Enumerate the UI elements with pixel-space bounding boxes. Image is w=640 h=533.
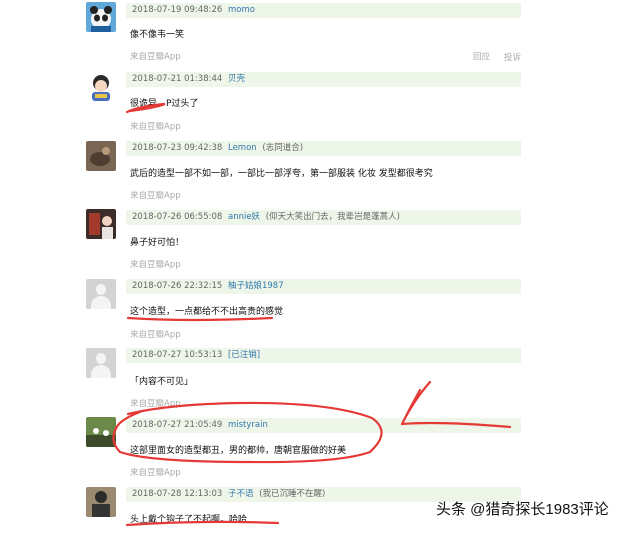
avatar[interactable] [86, 2, 116, 32]
comment-source: 来自豆瓣App [130, 468, 181, 478]
avatar[interactable] [86, 348, 116, 378]
comment-text: 头上戴个钩子了不起啊，哈哈 [130, 515, 248, 525]
comment-text: 鼻子好可怕！ [130, 238, 185, 248]
comment-time: 2018-07-21 01:38:44 [132, 74, 223, 84]
comment-text: 武后的造型一部不如一部，一部比一部浮夸，第一部服装 化妆 发型都很考究 [130, 169, 433, 179]
comment-source: 来自豆瓣App [130, 330, 181, 340]
comment-time: 2018-07-27 21:05:49 [132, 420, 223, 430]
comment-username[interactable]: [已注销] [228, 350, 260, 360]
comment-meta: 2018-07-26 06:55:08 annie妖 (仰天大笑出门去，我辈岂是… [126, 210, 521, 225]
comment-meta: 2018-07-21 01:38:44 贝壳 [126, 72, 521, 87]
avatar[interactable] [86, 279, 116, 309]
comment-username[interactable]: Lemon [228, 143, 257, 153]
avatar[interactable] [86, 417, 116, 447]
comment-meta: 2018-07-27 21:05:49 mistyrain [126, 418, 521, 433]
annotation-underline [126, 316, 274, 322]
comment-source: 来自豆瓣App [130, 191, 181, 201]
comment-text: 这部里面女的造型都丑，男的都帅，唐朝官服做的好美 [130, 446, 347, 456]
avatar[interactable] [86, 72, 116, 102]
user-signature: (仰天大笑出门去，我辈岂是蓬蒿人) [265, 212, 400, 222]
comment-username[interactable]: momo [228, 5, 255, 15]
comment-source: 来自豆瓣App [130, 399, 181, 409]
comment-time: 2018-07-19 09:48:26 [132, 5, 223, 15]
comment-username[interactable]: annie妖 [228, 212, 260, 222]
comment-time: 2018-07-26 22:32:15 [132, 281, 223, 291]
comment-username[interactable]: 柚子姑娘1987 [228, 281, 284, 291]
reply-link[interactable]: 回应 [473, 50, 490, 62]
comment-time: 2018-07-28 12:13:03 [132, 489, 223, 499]
comment-source: 来自豆瓣App [130, 260, 181, 270]
comment-source: 来自豆瓣App [130, 52, 181, 62]
comment-text: 很诡异，P过头了 [130, 99, 199, 109]
default-avatar-icon [86, 348, 116, 378]
comment-time: 2018-07-23 09:42:38 [132, 143, 223, 153]
comment-username[interactable]: 子不语 [228, 489, 254, 499]
avatar[interactable] [86, 487, 116, 517]
avatar[interactable] [86, 141, 116, 171]
comment-username[interactable]: mistyrain [228, 420, 268, 430]
user-signature: (我已沉睡不在醒) [259, 489, 326, 499]
comment-time: 2018-07-26 06:55:08 [132, 212, 223, 222]
comment-username[interactable]: 贝壳 [228, 74, 245, 84]
comment-meta: 2018-07-26 22:32:15 柚子姑娘1987 [126, 279, 521, 294]
comment-source: 来自豆瓣App [130, 122, 181, 132]
comment-time: 2018-07-27 10:53:13 [132, 350, 223, 360]
report-link[interactable]: 投诉 [504, 51, 521, 63]
user-signature: (志同道合) [262, 143, 304, 153]
comment-meta: 2018-07-23 09:42:38 Lemon (志同道合) [126, 141, 521, 156]
comment-meta: 2018-07-27 10:53:13 [已注销] [126, 348, 521, 363]
comment-text: 像不像韦一笑 [130, 30, 185, 40]
default-avatar-icon [86, 279, 116, 309]
comment-meta: 2018-07-19 09:48:26 momo [126, 3, 521, 18]
watermark: 头条 @猎奇探长1983评论 [436, 501, 609, 518]
comment-text: 「内容不可见」 [130, 377, 194, 387]
comment-text: 这个造型，一点都给不不出高贵的感觉 [130, 307, 284, 317]
avatar[interactable] [86, 209, 116, 239]
